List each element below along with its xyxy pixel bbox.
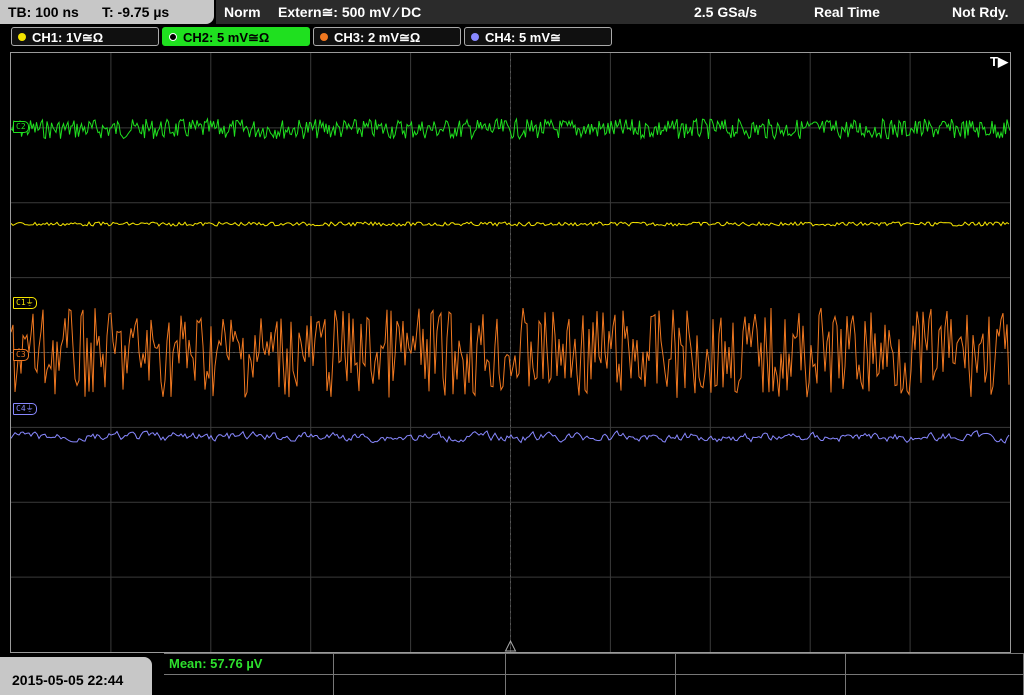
ch2-label: CH2: 5 mV≅Ω bbox=[183, 30, 270, 45]
ch1-label: CH1: 1V≅Ω bbox=[32, 30, 104, 45]
run-status: Not Rdy. bbox=[952, 4, 1009, 20]
datetime-value: 2015-05-05 22:44 bbox=[12, 672, 124, 688]
tab-ch3[interactable]: CH3: 2 mV≅Ω bbox=[313, 27, 461, 46]
ch4-offset-marker[interactable]: C4⏚ bbox=[13, 403, 37, 415]
acquisition-mode: Real Time bbox=[814, 4, 880, 20]
acquisition-strip[interactable]: Norm Extern≅: 500 mV ⁄ DC 2.5 GSa/s Real… bbox=[216, 0, 1024, 24]
waveform-display[interactable]: T▶ C2 C1⏚ C3 C4⏚ bbox=[10, 52, 1011, 653]
ch3-label: CH3: 2 mV≅Ω bbox=[334, 30, 421, 45]
tab-ch4[interactable]: CH4: 5 mV≅ bbox=[464, 27, 612, 46]
ch3-color-icon bbox=[320, 33, 328, 41]
measurement-bar: Mean: 57.76 µV bbox=[164, 653, 1024, 695]
tab-ch2[interactable]: CH2: 5 mV≅Ω bbox=[162, 27, 310, 46]
ch2-color-icon bbox=[169, 33, 177, 41]
status-bar: TB: 100 ns T: -9.75 µs Norm Extern≅: 500… bbox=[0, 0, 1024, 24]
channel-tabs: CH1: 1V≅Ω CH2: 5 mV≅Ω CH3: 2 mV≅Ω CH4: 5… bbox=[0, 26, 1024, 48]
datetime-panel: 2015-05-05 22:44 bbox=[0, 657, 152, 695]
ch2-offset-marker[interactable]: C2 bbox=[13, 121, 29, 133]
measurement-row-2 bbox=[164, 674, 1024, 695]
timebase-panel[interactable]: TB: 100 ns T: -9.75 µs bbox=[0, 0, 214, 24]
mean-measurement: Mean: 57.76 µV bbox=[169, 656, 263, 671]
tab-ch1[interactable]: CH1: 1V≅Ω bbox=[11, 27, 159, 46]
ch1-color-icon bbox=[18, 33, 26, 41]
ch4-color-icon bbox=[471, 33, 479, 41]
ch4-label: CH4: 5 mV≅ bbox=[485, 30, 561, 45]
sample-rate: 2.5 GSa/s bbox=[694, 4, 758, 20]
timebase-value: TB: 100 ns bbox=[8, 4, 79, 20]
trigger-mode: Norm bbox=[224, 4, 261, 20]
waveform-canvas bbox=[11, 53, 1010, 652]
ch3-offset-marker[interactable]: C3 bbox=[13, 349, 29, 361]
trigger-source: Extern≅: 500 mV ⁄ DC bbox=[278, 4, 422, 20]
ch1-offset-marker[interactable]: C1⏚ bbox=[13, 297, 37, 309]
trigger-time-value: T: -9.75 µs bbox=[102, 4, 170, 20]
trigger-position-icon: T▶ bbox=[990, 54, 1008, 69]
